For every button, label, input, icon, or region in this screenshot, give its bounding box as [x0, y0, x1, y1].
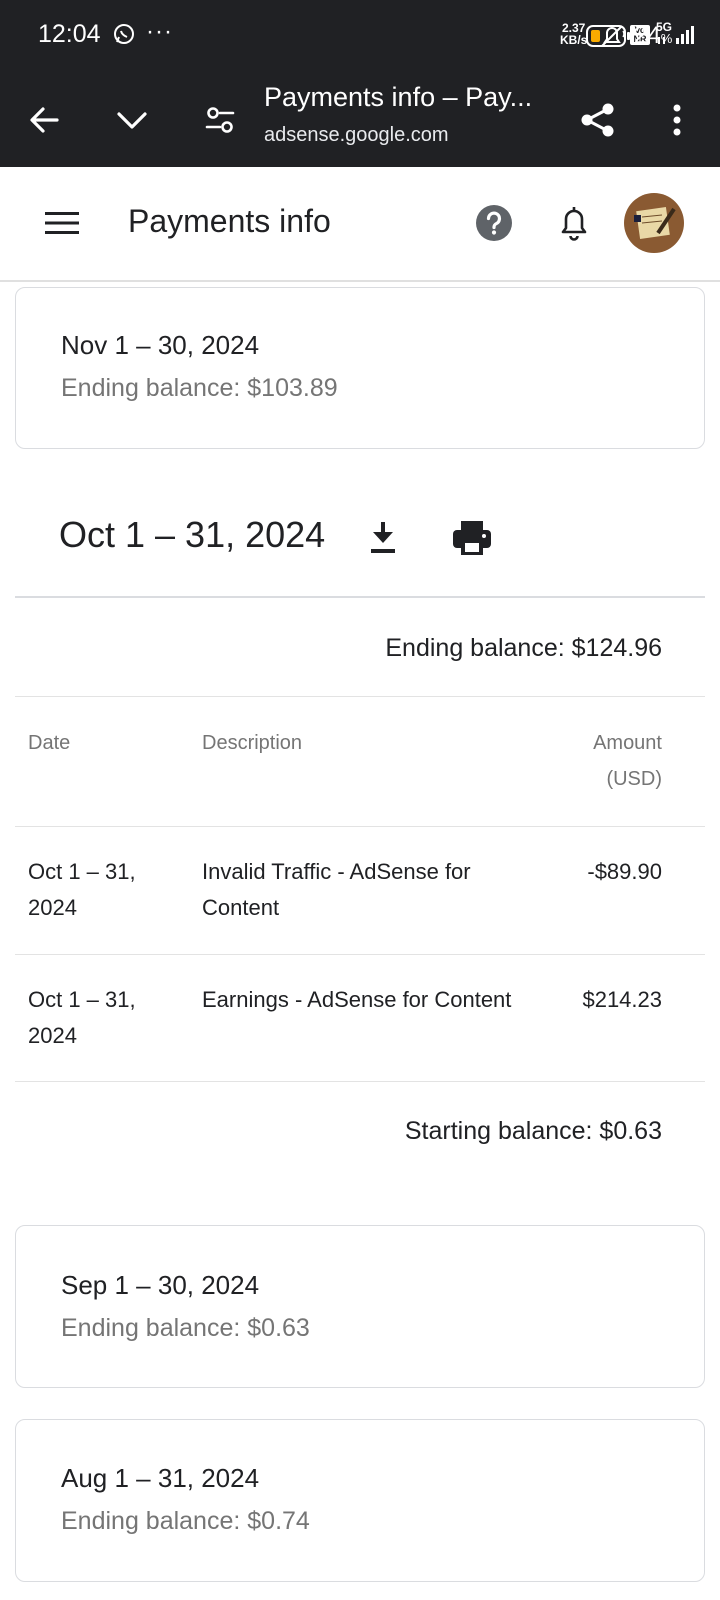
- download-icon[interactable]: [365, 518, 401, 558]
- row-desc-line1: Invalid Traffic - AdSense for: [202, 859, 471, 884]
- period-header-oct[interactable]: Oct 1 – 31, 2024: [59, 514, 325, 556]
- row-date-line1: Oct 1 – 31,: [28, 859, 136, 884]
- row-date-line1: Oct 1 – 31,: [28, 987, 136, 1012]
- row-date: Oct 1 – 31, 2024: [28, 854, 136, 926]
- row-amount: $214.23: [582, 987, 662, 1012]
- battery-value: 24: [634, 22, 661, 49]
- menu-icon[interactable]: [38, 203, 86, 243]
- share-icon[interactable]: [570, 92, 626, 148]
- notifications-icon[interactable]: [554, 201, 594, 245]
- ending-balance-oct: Ending balance: $124.96: [385, 634, 662, 662]
- app-bar: Payments info: [0, 167, 720, 282]
- divider: [15, 596, 705, 598]
- print-icon[interactable]: [451, 518, 493, 558]
- status-right: 2.37 KB/s Vo NR 5G: [420, 0, 720, 72]
- period-card-sep[interactable]: Sep 1 – 30, 2024 Ending balance: $0.63: [15, 1225, 705, 1388]
- whatsapp-icon: [112, 22, 136, 51]
- site-settings-icon[interactable]: [192, 92, 248, 148]
- row-date-line2: 2024: [28, 895, 77, 920]
- help-icon[interactable]: [474, 203, 514, 243]
- divider: [15, 954, 705, 955]
- row-date: Oct 1 – 31, 2024: [28, 982, 136, 1054]
- period-label: Aug 1 – 31, 2024: [61, 1463, 260, 1493]
- starting-balance-oct: Starting balance: $0.63: [404, 1117, 662, 1145]
- chevron-down-icon[interactable]: [104, 92, 160, 148]
- column-header-amount: Amount (USD): [593, 725, 662, 797]
- divider: [15, 826, 705, 827]
- status-time: 12:04: [38, 20, 101, 48]
- period-ending-balance: Ending balance: $0.63: [61, 1314, 310, 1342]
- status-bar: 12:04 ··· 2.37 KB/s Vo NR 5G 24%: [0, 0, 720, 72]
- row-desc-line2: Content: [202, 895, 280, 920]
- battery-sign: %: [660, 31, 673, 46]
- period-label: Sep 1 – 30, 2024: [61, 1270, 260, 1300]
- row-date-line2: 2024: [28, 1023, 77, 1048]
- row-desc-line1: Earnings - AdSense for Content: [202, 987, 512, 1012]
- battery-icon: [586, 24, 632, 53]
- net-speed-unit: KB/s: [560, 33, 588, 47]
- amount-header-line2: (USD): [606, 768, 662, 790]
- network-speed: 2.37 KB/s: [560, 22, 587, 46]
- period-ending-balance: Ending balance: $0.74: [61, 1507, 310, 1535]
- amount-header-line1: Amount: [593, 732, 662, 754]
- page-title[interactable]: Payments info – Pay...: [264, 82, 554, 113]
- browser-toolbar: Payments info – Pay... adsense.google.co…: [0, 72, 720, 167]
- divider: [15, 1081, 705, 1082]
- app-title: Payments info: [128, 203, 331, 239]
- row-description: Earnings - AdSense for Content: [202, 982, 511, 1018]
- url-display[interactable]: adsense.google.com: [264, 124, 449, 147]
- column-header-date: Date: [28, 732, 71, 754]
- period-card-nov[interactable]: Nov 1 – 30, 2024 Ending balance: $103.89: [15, 287, 705, 449]
- status-more: ···: [146, 18, 173, 45]
- column-header-description: Description: [202, 732, 303, 754]
- row-amount: -$89.90: [587, 859, 662, 884]
- avatar[interactable]: [624, 193, 684, 253]
- period-ending-balance: Ending balance: $103.89: [61, 374, 338, 402]
- back-arrow-icon[interactable]: [16, 92, 72, 148]
- period-label: Nov 1 – 30, 2024: [61, 330, 260, 360]
- divider: [15, 696, 705, 697]
- more-vert-icon[interactable]: [649, 92, 705, 148]
- battery-percent: 24%: [634, 22, 672, 50]
- row-description: Invalid Traffic - AdSense for Content: [202, 854, 471, 926]
- period-card-aug[interactable]: Aug 1 – 31, 2024 Ending balance: $0.74: [15, 1419, 705, 1582]
